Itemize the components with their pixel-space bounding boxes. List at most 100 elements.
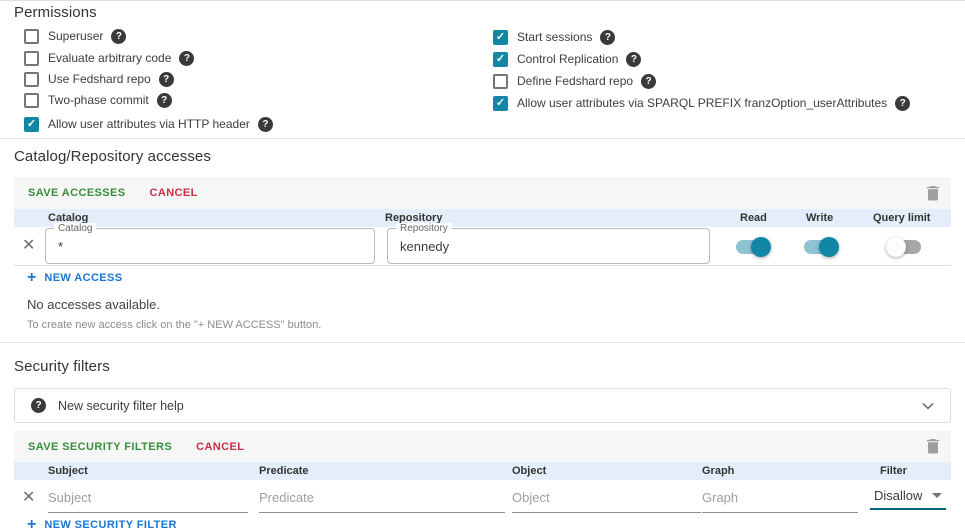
column-header-subject: Subject <box>48 465 88 477</box>
new-security-filter-button[interactable]: + NEW SECURITY FILTER <box>27 516 177 531</box>
permission-item-control-replication: Control Replication <box>493 51 642 67</box>
security-filters-table-header: Subject Predicate Object Graph Filter <box>14 462 951 480</box>
write-toggle[interactable] <box>804 237 839 257</box>
security-filters-toolbar: SAVE SECURITY FILTERS CANCEL <box>14 431 951 462</box>
security-filters-title: Security filters <box>14 358 110 375</box>
top-divider <box>0 0 965 1</box>
help-icon[interactable] <box>895 95 911 111</box>
no-accesses-text: No accesses available. <box>27 297 160 312</box>
toggle-knob <box>751 237 771 257</box>
permission-item-http-header-attributes: Allow user attributes via HTTP header <box>24 116 273 132</box>
security-filter-row: Disallow <box>14 480 951 516</box>
help-icon[interactable] <box>156 92 172 108</box>
save-security-filters-button[interactable]: SAVE SECURITY FILTERS <box>28 441 172 453</box>
permission-label: Define Fedshard repo <box>517 74 634 88</box>
remove-security-filter-icon[interactable] <box>22 490 35 506</box>
help-panel-label: New security filter help <box>58 398 184 413</box>
remove-access-icon[interactable] <box>22 238 35 254</box>
filter-select[interactable]: Disallow <box>870 483 946 510</box>
help-icon[interactable] <box>626 51 642 67</box>
new-access-label: NEW ACCESS <box>44 272 123 284</box>
cancel-accesses-button[interactable]: CANCEL <box>150 187 198 199</box>
checkbox-start-sessions[interactable] <box>493 29 508 45</box>
permission-item-sparql-prefix-attributes: Allow user attributes via SPARQL PREFIX … <box>493 95 911 111</box>
permission-item-start-sessions: Start sessions <box>493 29 616 45</box>
column-header-read: Read <box>740 212 767 224</box>
subject-input[interactable] <box>48 485 248 512</box>
permission-label: Allow user attributes via SPARQL PREFIX … <box>517 96 888 110</box>
help-icon[interactable] <box>158 71 174 87</box>
help-icon[interactable] <box>179 50 195 66</box>
predicate-field <box>259 485 505 513</box>
graph-field <box>702 485 858 513</box>
checkbox-use-fedshard[interactable] <box>24 71 39 87</box>
section-divider <box>0 342 965 343</box>
column-header-write: Write <box>806 212 834 224</box>
repository-input[interactable] <box>388 229 709 263</box>
help-icon <box>31 398 46 413</box>
query-limit-toggle[interactable] <box>886 237 921 257</box>
checkbox-evaluate-code[interactable] <box>24 50 39 66</box>
accesses-title: Catalog/Repository accesses <box>14 148 211 165</box>
section-divider <box>0 138 965 139</box>
column-header-predicate: Predicate <box>259 465 309 477</box>
checkbox-sparql-prefix-attributes[interactable] <box>493 95 508 111</box>
column-header-filter: Filter <box>880 465 907 477</box>
checkbox-control-replication[interactable] <box>493 51 508 67</box>
chevron-down-icon <box>922 402 934 410</box>
trash-icon <box>927 185 939 200</box>
save-accesses-button[interactable]: SAVE ACCESSES <box>28 187 126 199</box>
checkbox-define-fedshard[interactable] <box>493 73 508 89</box>
catalog-field: Catalog <box>45 223 375 264</box>
permission-label: Evaluate arbitrary code <box>48 51 172 65</box>
new-security-filter-label: NEW SECURITY FILTER <box>44 519 177 531</box>
permission-label: Two-phase commit <box>48 93 149 107</box>
permission-item-superuser: Superuser <box>24 28 127 44</box>
read-toggle[interactable] <box>736 237 771 257</box>
column-header-graph: Graph <box>702 465 735 477</box>
checkbox-superuser[interactable] <box>24 28 39 44</box>
help-icon[interactable] <box>111 28 127 44</box>
access-row: Catalog Repository <box>14 223 951 266</box>
delete-security-filters-button[interactable] <box>927 439 939 454</box>
repository-field-label: Repository <box>396 223 452 234</box>
checkbox-two-phase-commit[interactable] <box>24 92 39 108</box>
checkbox-http-header-attributes[interactable] <box>24 116 39 132</box>
object-input[interactable] <box>512 485 701 512</box>
plus-icon: + <box>27 269 37 286</box>
permission-label: Start sessions <box>517 30 593 44</box>
permission-item-evaluate-code: Evaluate arbitrary code <box>24 50 195 66</box>
permission-item-two-phase-commit: Two-phase commit <box>24 92 172 108</box>
toggle-knob <box>819 237 839 257</box>
delete-accesses-button[interactable] <box>927 185 939 201</box>
filter-select-value: Disallow <box>874 488 923 503</box>
subject-field <box>48 485 248 513</box>
permission-item-use-fedshard: Use Fedshard repo <box>24 71 174 87</box>
help-icon[interactable] <box>641 73 657 89</box>
object-field <box>512 485 701 513</box>
column-header-object: Object <box>512 465 547 477</box>
accesses-table-header: Catalog Repository Read Write Query limi… <box>14 209 951 227</box>
catalog-input[interactable] <box>46 229 374 263</box>
trash-icon <box>927 439 939 454</box>
permission-label: Superuser <box>48 29 104 43</box>
plus-icon: + <box>27 516 37 531</box>
permissions-title: Permissions <box>14 4 97 21</box>
permission-label: Allow user attributes via HTTP header <box>48 117 250 131</box>
new-access-button[interactable]: + NEW ACCESS <box>27 269 123 286</box>
accesses-toolbar: SAVE ACCESSES CANCEL <box>14 177 951 209</box>
permission-label: Control Replication <box>517 52 619 66</box>
security-filter-help-panel[interactable]: New security filter help <box>14 388 951 423</box>
cancel-security-filters-button[interactable]: CANCEL <box>196 441 244 453</box>
column-header-query-limit: Query limit <box>873 212 931 224</box>
dropdown-caret-icon <box>932 493 942 498</box>
permission-item-define-fedshard: Define Fedshard repo <box>493 73 657 89</box>
catalog-field-label: Catalog <box>54 223 97 234</box>
help-icon[interactable] <box>600 29 616 45</box>
toggle-knob <box>886 237 906 257</box>
repository-field: Repository <box>387 223 710 264</box>
new-access-hint-text: To create new access click on the "+ NEW… <box>27 319 322 331</box>
help-icon[interactable] <box>257 116 273 132</box>
graph-input[interactable] <box>702 485 858 512</box>
predicate-input[interactable] <box>259 485 505 512</box>
